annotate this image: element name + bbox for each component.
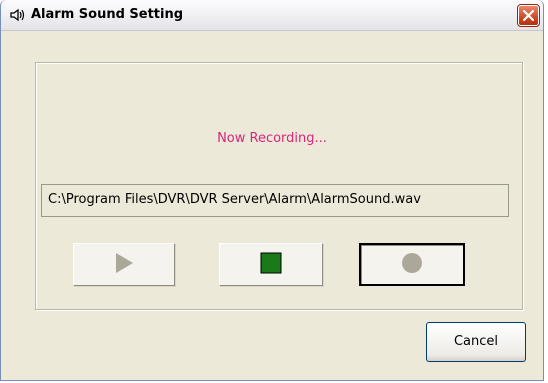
- close-button[interactable]: [517, 4, 540, 27]
- cancel-button[interactable]: Cancel: [426, 322, 526, 362]
- play-icon: [114, 252, 134, 278]
- speaker-icon: [9, 7, 25, 23]
- stop-icon: [260, 252, 282, 278]
- record-button[interactable]: [359, 243, 465, 286]
- stop-button[interactable]: [219, 243, 323, 286]
- window-title: Alarm Sound Setting: [31, 7, 184, 22]
- title-bar[interactable]: Alarm Sound Setting: [1, 0, 543, 31]
- play-button[interactable]: [73, 243, 175, 286]
- record-icon: [401, 252, 423, 278]
- recording-status: Now Recording...: [217, 131, 327, 146]
- alarm-sound-dialog: Alarm Sound Setting Now Recording... C:\…: [0, 0, 544, 381]
- file-path-field[interactable]: C:\Program Files\DVR\DVR Server\Alarm\Al…: [41, 184, 509, 217]
- close-icon: [523, 10, 534, 21]
